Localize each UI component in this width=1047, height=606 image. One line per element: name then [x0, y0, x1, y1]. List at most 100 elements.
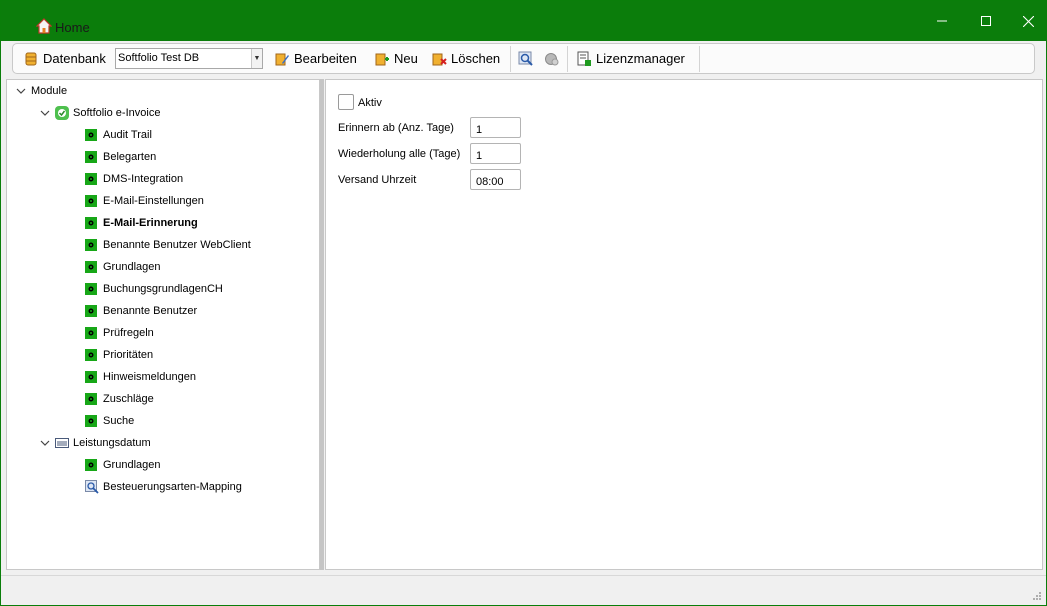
database-select[interactable]: Softfolio Test DB ▼: [115, 48, 263, 69]
tree-group-einvoice[interactable]: Softfolio e-Invoice: [39, 102, 160, 124]
tree-item-label: Zuschläge: [103, 393, 154, 405]
database-label: Datenbank: [43, 51, 106, 66]
status-bar: [1, 575, 1046, 605]
tree-item[interactable]: Benannte Benutzer WebClient: [85, 234, 251, 256]
tree-item-selected[interactable]: E-Mail-Erinnerung: [85, 212, 198, 234]
tree-item-label: Hinweismeldungen: [103, 371, 196, 383]
close-button[interactable]: [1005, 1, 1047, 41]
delete-button[interactable]: Löschen: [431, 44, 500, 73]
chevron-down-icon[interactable]: ▼: [251, 49, 262, 68]
repeat-label: Wiederholung alle (Tage): [338, 148, 461, 160]
tree-item[interactable]: Belegarten: [85, 146, 156, 168]
send-time-input[interactable]: [470, 169, 521, 190]
minimize-button[interactable]: [919, 1, 965, 41]
gear-icon: [85, 371, 97, 383]
chevron-down-icon[interactable]: [39, 437, 51, 449]
tree-item-label: E-Mail-Einstellungen: [103, 195, 204, 207]
tree-item[interactable]: Grundlagen: [85, 454, 161, 476]
tree-item-label: E-Mail-Erinnerung: [103, 217, 198, 229]
tree-item[interactable]: Hinweismeldungen: [85, 366, 196, 388]
tree-item[interactable]: Zuschläge: [85, 388, 154, 410]
database-label-group: Datenbank: [23, 44, 106, 73]
toolbar-separator: [510, 46, 511, 72]
globe-icon: [545, 52, 559, 65]
tree-item-label: BuchungsgrundlagenCH: [103, 283, 223, 295]
license-label: Lizenzmanager: [596, 51, 685, 66]
edit-button[interactable]: Bearbeiten: [274, 44, 357, 73]
tree-item-label: Belegarten: [103, 151, 157, 163]
tree-item[interactable]: BuchungsgrundlagenCH: [85, 278, 223, 300]
edit-icon: [275, 53, 289, 65]
tree-item-label: Benannte Benutzer WebClient: [103, 239, 251, 251]
license-icon: [577, 51, 591, 66]
tree-group-label: Leistungsdatum: [73, 437, 151, 449]
app-window: Home Datenbank Softfolio Test DB ▼ Bearb…: [0, 0, 1047, 606]
tree-item-label: Grundlagen: [103, 261, 161, 273]
resize-grip-icon[interactable]: [1032, 591, 1042, 601]
window-title: Home: [55, 20, 90, 35]
gear-icon: [85, 195, 97, 207]
tree-item[interactable]: DMS-Integration: [85, 168, 183, 190]
tree-item[interactable]: Prüfregeln: [85, 322, 154, 344]
edit-label: Bearbeiten: [294, 51, 357, 66]
tree-item[interactable]: E-Mail-Einstellungen: [85, 190, 204, 212]
remind-days-input[interactable]: [470, 117, 521, 138]
maximize-button[interactable]: [963, 1, 1009, 41]
tree-item-label: Suche: [103, 415, 135, 427]
gear-icon: [85, 393, 97, 405]
license-manager-button[interactable]: Lizenzmanager: [576, 44, 685, 73]
toolbar: Datenbank Softfolio Test DB ▼ Bearbeiten…: [12, 43, 1035, 74]
active-label: Aktiv: [358, 97, 382, 109]
database-icon: [25, 52, 37, 65]
new-label: Neu: [394, 51, 418, 66]
gear-icon: [85, 173, 97, 185]
tree-item[interactable]: Grundlagen: [85, 256, 161, 278]
tree-item-label: Audit Trail: [103, 129, 152, 141]
delete-icon: [432, 53, 447, 65]
tree-item[interactable]: Prioritäten: [85, 344, 153, 366]
minimize-icon: [937, 20, 947, 22]
search-db-button[interactable]: [518, 44, 538, 73]
tree-item-label: Grundlagen: [103, 459, 161, 471]
gear-icon: [85, 415, 97, 427]
home-icon: [36, 18, 52, 34]
title-bar[interactable]: Home: [1, 1, 1046, 41]
gear-icon: [85, 349, 97, 361]
remind-label: Erinnern ab (Anz. Tage): [338, 122, 454, 134]
gear-icon: [85, 217, 97, 229]
gear-icon: [85, 151, 97, 163]
database-select-value: Softfolio Test DB: [118, 52, 200, 64]
pane-splitter[interactable]: [320, 79, 324, 570]
module-tree[interactable]: Module Softfolio e-Invoice Audit Trail B…: [6, 79, 320, 570]
chevron-down-icon[interactable]: [15, 85, 27, 97]
tree-group-leistungsdatum[interactable]: Leistungsdatum: [39, 432, 151, 454]
maximize-icon: [981, 16, 991, 26]
gear-icon: [85, 459, 97, 471]
new-icon: [375, 53, 389, 65]
mapping-icon: [85, 480, 99, 494]
gear-icon: [85, 283, 97, 295]
delete-label: Löschen: [451, 51, 501, 66]
tree-item[interactable]: Suche: [85, 410, 134, 432]
tree-item-label: DMS-Integration: [103, 173, 184, 185]
tree-item-label: Besteuerungsarten-Mapping: [103, 481, 242, 493]
tree-item[interactable]: Besteuerungsarten-Mapping: [85, 476, 242, 498]
tree-root[interactable]: Module: [15, 80, 67, 102]
softfolio-icon: [55, 106, 69, 120]
tree-item[interactable]: Benannte Benutzer: [85, 300, 197, 322]
tree-root-label: Module: [31, 85, 68, 97]
gear-icon: [85, 129, 97, 141]
tree-item-label: Benannte Benutzer: [103, 305, 198, 317]
refresh-button[interactable]: [544, 44, 564, 73]
active-checkbox[interactable]: [338, 94, 354, 110]
toolbar-separator: [699, 46, 700, 72]
tree-item[interactable]: Audit Trail: [85, 124, 152, 146]
toolbar-separator: [567, 46, 568, 72]
chevron-down-icon[interactable]: [39, 107, 51, 119]
new-button[interactable]: Neu: [374, 44, 418, 73]
gear-icon: [85, 305, 97, 317]
tree-item-label: Prüfregeln: [103, 327, 154, 339]
send-time-label: Versand Uhrzeit: [338, 174, 417, 186]
gear-icon: [85, 239, 97, 251]
repeat-days-input[interactable]: [470, 143, 521, 164]
